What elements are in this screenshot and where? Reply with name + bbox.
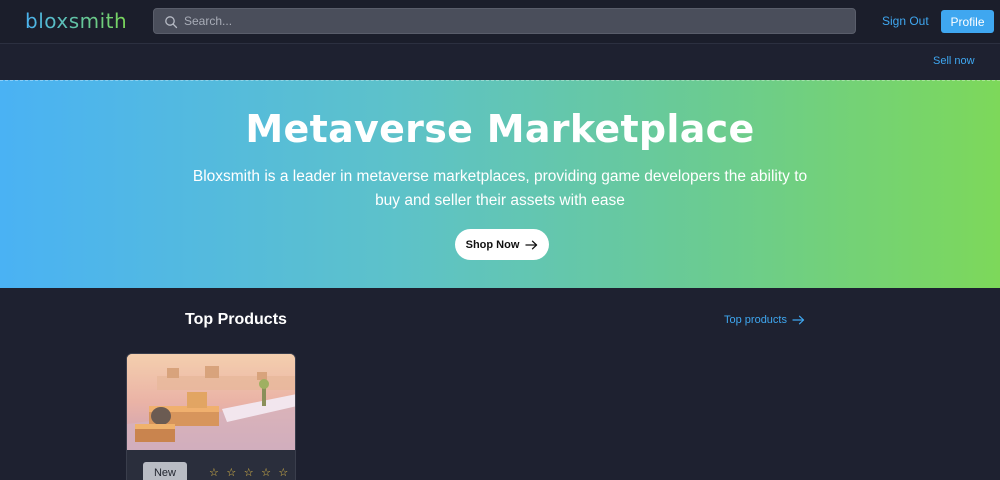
top-products-link-label: Top products (724, 314, 787, 326)
shop-now-label: Shop Now (465, 238, 520, 251)
top-products-title: Top Products (185, 311, 287, 328)
sign-out-link[interactable]: Sign Out (882, 14, 929, 28)
new-badge: New (143, 462, 187, 480)
search-input[interactable] (184, 9, 844, 33)
top-products-link[interactable]: Top products (724, 314, 805, 326)
arrow-right-icon (525, 240, 538, 249)
product-thumbnail[interactable] (127, 354, 296, 450)
hero-banner: Metaverse Marketplace Bloxsmith is a lea… (0, 80, 1000, 288)
profile-button[interactable]: Profile (941, 10, 994, 33)
search-icon (165, 16, 178, 29)
hero-title: Metaverse Marketplace (245, 107, 755, 151)
sell-now-link[interactable]: Sell now (933, 55, 975, 67)
top-navbar: bloxsmith Sign Out Profile (0, 0, 1000, 44)
hero-subtitle: Bloxsmith is a leader in metaverse marke… (192, 168, 808, 209)
bloxsmith-logo[interactable]: bloxsmith (25, 9, 127, 33)
shop-now-button[interactable]: Shop Now (455, 229, 549, 260)
arrow-right-icon (792, 315, 805, 325)
rating-stars: ☆ ☆ ☆ ☆ ☆ (209, 466, 291, 479)
search-bar[interactable] (153, 8, 856, 34)
product-card[interactable]: New ☆ ☆ ☆ ☆ ☆ (126, 353, 296, 480)
